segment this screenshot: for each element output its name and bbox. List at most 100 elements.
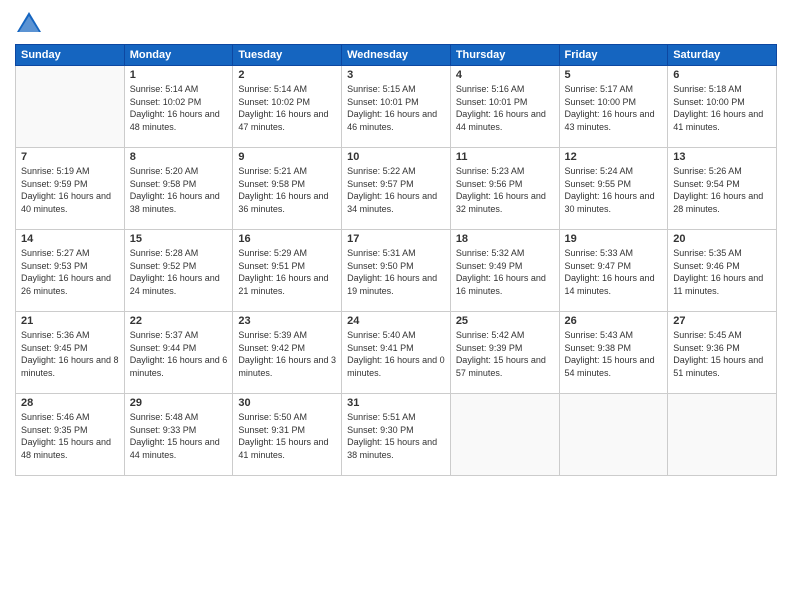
weekday-header-sunday: Sunday [16,45,125,66]
cell-text: Sunrise: 5:16 AM Sunset: 10:01 PM Daylig… [456,83,554,133]
day-number: 8 [130,151,228,163]
cell-text: Sunrise: 5:14 AM Sunset: 10:02 PM Daylig… [238,83,336,133]
day-number: 24 [347,315,445,327]
day-number: 10 [347,151,445,163]
day-number: 1 [130,69,228,81]
cell-text: Sunrise: 5:31 AM Sunset: 9:50 PM Dayligh… [347,247,445,297]
weekday-header-wednesday: Wednesday [342,45,451,66]
day-number: 12 [565,151,663,163]
day-number: 26 [565,315,663,327]
day-number: 22 [130,315,228,327]
day-number: 15 [130,233,228,245]
week-row-4: 28 Sunrise: 5:46 AM Sunset: 9:35 PM Dayl… [16,394,777,476]
cell-text: Sunrise: 5:27 AM Sunset: 9:53 PM Dayligh… [21,247,119,297]
cell-text: Sunrise: 5:37 AM Sunset: 9:44 PM Dayligh… [130,329,228,379]
cell-text: Sunrise: 5:45 AM Sunset: 9:36 PM Dayligh… [673,329,771,379]
calendar-cell: 21 Sunrise: 5:36 AM Sunset: 9:45 PM Dayl… [16,312,125,394]
cell-text: Sunrise: 5:46 AM Sunset: 9:35 PM Dayligh… [21,411,119,461]
day-number: 5 [565,69,663,81]
day-number: 13 [673,151,771,163]
calendar-cell: 12 Sunrise: 5:24 AM Sunset: 9:55 PM Dayl… [559,148,668,230]
day-number: 14 [21,233,119,245]
day-number: 27 [673,315,771,327]
cell-text: Sunrise: 5:18 AM Sunset: 10:00 PM Daylig… [673,83,771,133]
calendar-cell [450,394,559,476]
page: SundayMondayTuesdayWednesdayThursdayFrid… [0,0,792,612]
day-number: 9 [238,151,336,163]
day-number: 11 [456,151,554,163]
weekday-header-tuesday: Tuesday [233,45,342,66]
week-row-3: 21 Sunrise: 5:36 AM Sunset: 9:45 PM Dayl… [16,312,777,394]
day-number: 16 [238,233,336,245]
week-row-0: 1 Sunrise: 5:14 AM Sunset: 10:02 PM Dayl… [16,66,777,148]
cell-text: Sunrise: 5:29 AM Sunset: 9:51 PM Dayligh… [238,247,336,297]
cell-text: Sunrise: 5:50 AM Sunset: 9:31 PM Dayligh… [238,411,336,461]
logo [15,10,47,38]
calendar-cell: 11 Sunrise: 5:23 AM Sunset: 9:56 PM Dayl… [450,148,559,230]
cell-text: Sunrise: 5:17 AM Sunset: 10:00 PM Daylig… [565,83,663,133]
week-row-1: 7 Sunrise: 5:19 AM Sunset: 9:59 PM Dayli… [16,148,777,230]
day-number: 23 [238,315,336,327]
cell-text: Sunrise: 5:24 AM Sunset: 9:55 PM Dayligh… [565,165,663,215]
calendar-cell: 2 Sunrise: 5:14 AM Sunset: 10:02 PM Dayl… [233,66,342,148]
calendar-cell: 13 Sunrise: 5:26 AM Sunset: 9:54 PM Dayl… [668,148,777,230]
calendar-cell: 10 Sunrise: 5:22 AM Sunset: 9:57 PM Dayl… [342,148,451,230]
calendar-cell: 24 Sunrise: 5:40 AM Sunset: 9:41 PM Dayl… [342,312,451,394]
calendar-cell: 30 Sunrise: 5:50 AM Sunset: 9:31 PM Dayl… [233,394,342,476]
day-number: 2 [238,69,336,81]
day-number: 25 [456,315,554,327]
cell-text: Sunrise: 5:28 AM Sunset: 9:52 PM Dayligh… [130,247,228,297]
cell-text: Sunrise: 5:32 AM Sunset: 9:49 PM Dayligh… [456,247,554,297]
day-number: 19 [565,233,663,245]
calendar-cell [559,394,668,476]
day-number: 3 [347,69,445,81]
cell-text: Sunrise: 5:14 AM Sunset: 10:02 PM Daylig… [130,83,228,133]
logo-icon [15,10,43,38]
calendar-cell: 29 Sunrise: 5:48 AM Sunset: 9:33 PM Dayl… [124,394,233,476]
calendar-cell [668,394,777,476]
calendar-cell: 5 Sunrise: 5:17 AM Sunset: 10:00 PM Dayl… [559,66,668,148]
calendar-cell: 27 Sunrise: 5:45 AM Sunset: 9:36 PM Dayl… [668,312,777,394]
calendar-cell: 18 Sunrise: 5:32 AM Sunset: 9:49 PM Dayl… [450,230,559,312]
calendar-cell: 19 Sunrise: 5:33 AM Sunset: 9:47 PM Dayl… [559,230,668,312]
calendar-cell [16,66,125,148]
calendar-cell: 16 Sunrise: 5:29 AM Sunset: 9:51 PM Dayl… [233,230,342,312]
cell-text: Sunrise: 5:22 AM Sunset: 9:57 PM Dayligh… [347,165,445,215]
calendar-cell: 26 Sunrise: 5:43 AM Sunset: 9:38 PM Dayl… [559,312,668,394]
calendar-cell: 25 Sunrise: 5:42 AM Sunset: 9:39 PM Dayl… [450,312,559,394]
cell-text: Sunrise: 5:43 AM Sunset: 9:38 PM Dayligh… [565,329,663,379]
calendar-cell: 14 Sunrise: 5:27 AM Sunset: 9:53 PM Dayl… [16,230,125,312]
cell-text: Sunrise: 5:35 AM Sunset: 9:46 PM Dayligh… [673,247,771,297]
week-row-2: 14 Sunrise: 5:27 AM Sunset: 9:53 PM Dayl… [16,230,777,312]
calendar-cell: 1 Sunrise: 5:14 AM Sunset: 10:02 PM Dayl… [124,66,233,148]
cell-text: Sunrise: 5:36 AM Sunset: 9:45 PM Dayligh… [21,329,119,379]
cell-text: Sunrise: 5:42 AM Sunset: 9:39 PM Dayligh… [456,329,554,379]
calendar-cell: 28 Sunrise: 5:46 AM Sunset: 9:35 PM Dayl… [16,394,125,476]
calendar-cell: 15 Sunrise: 5:28 AM Sunset: 9:52 PM Dayl… [124,230,233,312]
cell-text: Sunrise: 5:33 AM Sunset: 9:47 PM Dayligh… [565,247,663,297]
cell-text: Sunrise: 5:23 AM Sunset: 9:56 PM Dayligh… [456,165,554,215]
day-number: 20 [673,233,771,245]
weekday-header-row: SundayMondayTuesdayWednesdayThursdayFrid… [16,45,777,66]
calendar-cell: 3 Sunrise: 5:15 AM Sunset: 10:01 PM Dayl… [342,66,451,148]
cell-text: Sunrise: 5:21 AM Sunset: 9:58 PM Dayligh… [238,165,336,215]
day-number: 28 [21,397,119,409]
day-number: 30 [238,397,336,409]
calendar-cell: 17 Sunrise: 5:31 AM Sunset: 9:50 PM Dayl… [342,230,451,312]
day-number: 21 [21,315,119,327]
day-number: 18 [456,233,554,245]
weekday-header-monday: Monday [124,45,233,66]
calendar-cell: 9 Sunrise: 5:21 AM Sunset: 9:58 PM Dayli… [233,148,342,230]
cell-text: Sunrise: 5:20 AM Sunset: 9:58 PM Dayligh… [130,165,228,215]
calendar-cell: 8 Sunrise: 5:20 AM Sunset: 9:58 PM Dayli… [124,148,233,230]
cell-text: Sunrise: 5:48 AM Sunset: 9:33 PM Dayligh… [130,411,228,461]
calendar-cell: 7 Sunrise: 5:19 AM Sunset: 9:59 PM Dayli… [16,148,125,230]
day-number: 7 [21,151,119,163]
calendar-cell: 31 Sunrise: 5:51 AM Sunset: 9:30 PM Dayl… [342,394,451,476]
calendar-cell: 6 Sunrise: 5:18 AM Sunset: 10:00 PM Dayl… [668,66,777,148]
day-number: 31 [347,397,445,409]
calendar-cell: 4 Sunrise: 5:16 AM Sunset: 10:01 PM Dayl… [450,66,559,148]
cell-text: Sunrise: 5:19 AM Sunset: 9:59 PM Dayligh… [21,165,119,215]
weekday-header-saturday: Saturday [668,45,777,66]
cell-text: Sunrise: 5:40 AM Sunset: 9:41 PM Dayligh… [347,329,445,379]
